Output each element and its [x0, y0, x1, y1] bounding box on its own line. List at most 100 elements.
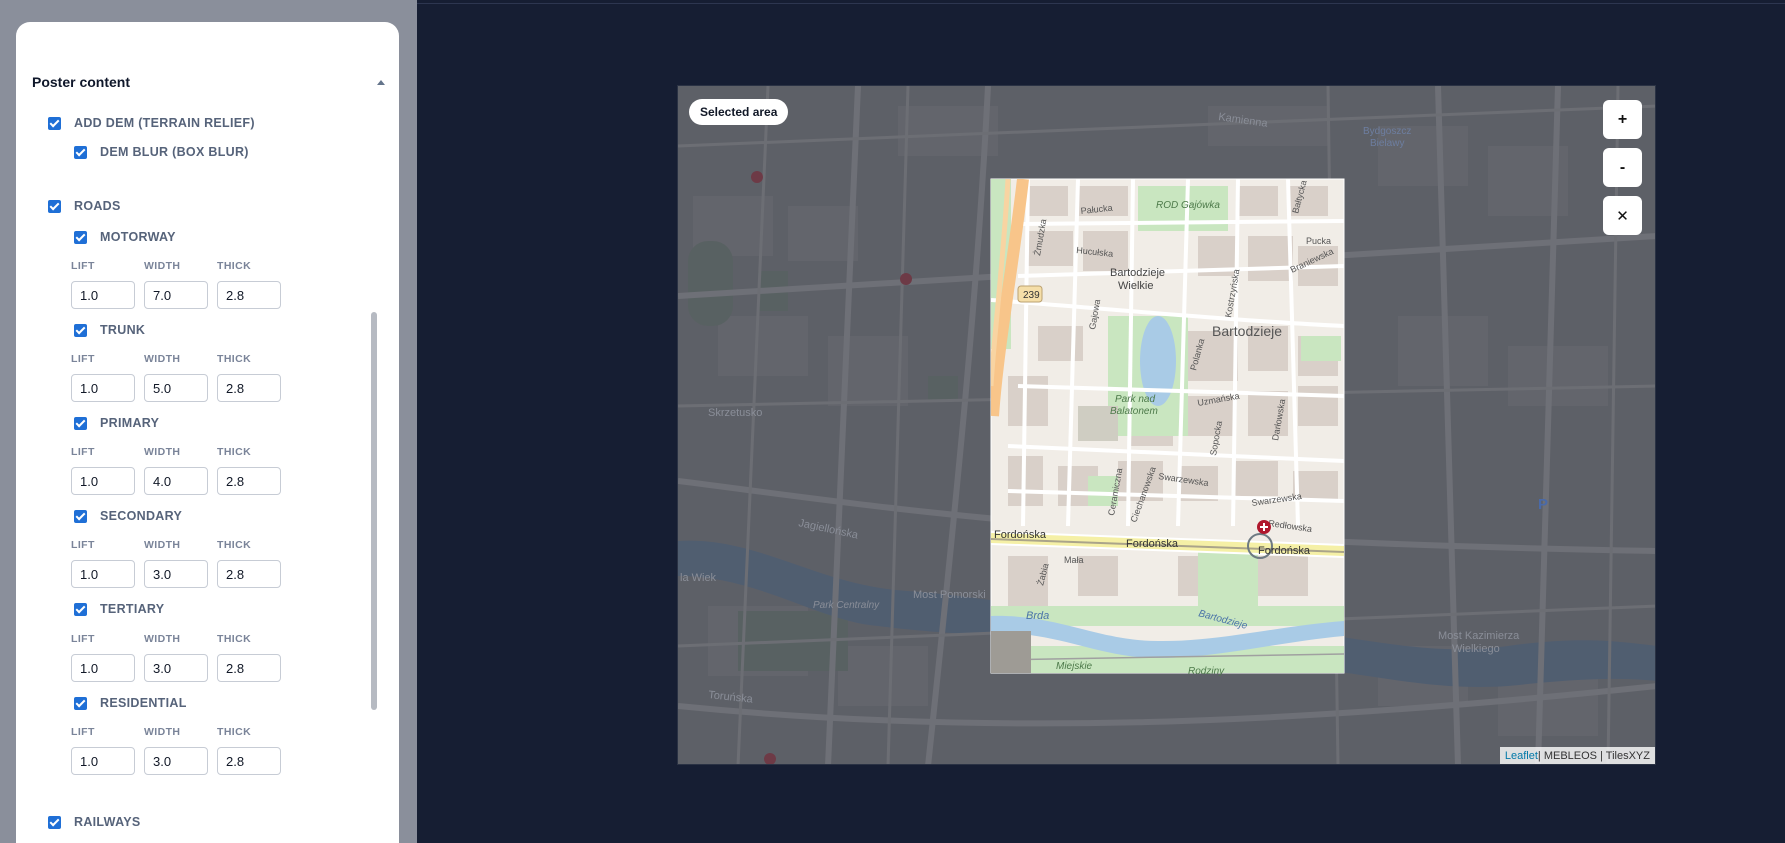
residential-checkbox[interactable] — [74, 696, 87, 710]
zoom-out-button[interactable]: - — [1603, 148, 1642, 187]
width-label: WIDTH — [144, 446, 181, 458]
trunk-thick-input[interactable] — [217, 374, 281, 402]
trunk-field-labels: LIFT WIDTH THICK — [71, 353, 290, 365]
chevron-up-icon[interactable] — [377, 79, 385, 85]
residential-thick-input[interactable] — [217, 747, 281, 775]
primary-field-labels: LIFT WIDTH THICK — [71, 446, 290, 458]
primary-width-input[interactable] — [144, 467, 208, 495]
map-label-skrzetusko: Skrzetusko — [708, 407, 762, 419]
dem-blur-checkbox[interactable] — [74, 145, 87, 159]
road-residential-row[interactable]: RESIDENTIAL — [74, 696, 187, 710]
map-label-bartodzieje-wielkie-2: Wielkie — [1118, 280, 1153, 292]
road-secondary-row[interactable]: SECONDARY — [74, 509, 182, 523]
thick-label: THICK — [217, 446, 252, 458]
primary-checkbox[interactable] — [74, 416, 87, 430]
map-view[interactable]: Skrzetusko Jagiellońska la Wiek Most Pom… — [677, 85, 1656, 765]
motorway-width-input[interactable] — [144, 281, 208, 309]
map-label-park-centralny: Park Centralny — [813, 600, 880, 611]
road-primary-row[interactable]: PRIMARY — [74, 416, 159, 430]
lift-label: LIFT — [71, 539, 95, 551]
motorway-label: MOTORWAY — [100, 230, 176, 244]
lift-label: LIFT — [71, 353, 95, 365]
railways-checkbox[interactable] — [48, 815, 61, 829]
primary-thick-input[interactable] — [217, 467, 281, 495]
width-label: WIDTH — [144, 726, 181, 738]
thick-label: THICK — [217, 633, 252, 645]
panel-title: Poster content — [32, 74, 131, 90]
tertiary-lift-input[interactable] — [71, 654, 135, 682]
secondary-field-labels: LIFT WIDTH THICK — [71, 539, 290, 551]
map-label-pucka: Pucka — [1306, 236, 1331, 246]
attribution-text: | MEBLEOS | TilesXYZ — [1537, 749, 1650, 762]
trunk-fields — [71, 374, 290, 402]
thick-label: THICK — [217, 260, 252, 272]
motorway-fields — [71, 281, 290, 309]
motorway-lift-input[interactable] — [71, 281, 135, 309]
railways-checkbox-row[interactable]: RAILWAYS — [48, 815, 141, 829]
poster-content-header[interactable]: Poster content — [32, 71, 387, 93]
residential-width-input[interactable] — [144, 747, 208, 775]
tertiary-label: TERTIARY — [100, 602, 165, 616]
residential-lift-input[interactable] — [71, 747, 135, 775]
dem-blur-label: DEM BLUR (BOX BLUR) — [100, 145, 249, 159]
primary-lift-input[interactable] — [71, 467, 135, 495]
roads-label: ROADS — [74, 199, 121, 213]
leaflet-link[interactable]: Leaflet — [1505, 750, 1538, 762]
residential-fields — [71, 747, 290, 775]
map-canvas[interactable]: Skrzetusko Jagiellońska la Wiek Most Pom… — [678, 86, 1656, 765]
road-motorway-row[interactable]: MOTORWAY — [74, 230, 176, 244]
map-label-fordonska-2: Fordońska — [1126, 538, 1179, 550]
secondary-checkbox[interactable] — [74, 509, 87, 523]
lift-label: LIFT — [71, 633, 95, 645]
map-label-brda: Brda — [1026, 610, 1049, 622]
map-label-mala: Mała — [1064, 555, 1084, 565]
secondary-thick-input[interactable] — [217, 560, 281, 588]
residential-field-labels: LIFT WIDTH THICK — [71, 726, 290, 738]
lift-label: LIFT — [71, 726, 95, 738]
tertiary-thick-input[interactable] — [217, 654, 281, 682]
map-label-park-1: Park nad — [1115, 394, 1155, 405]
map-label-most-kazimierza-1: Most Kazimierza — [1438, 630, 1520, 642]
road-tertiary-row[interactable]: TERTIARY — [74, 602, 164, 616]
map-label-rod-gajowka: ROD Gajówka — [1156, 200, 1220, 211]
secondary-lift-input[interactable] — [71, 560, 135, 588]
tertiary-field-labels: LIFT WIDTH THICK — [71, 633, 290, 645]
lift-label: LIFT — [71, 446, 95, 458]
road-trunk-row[interactable]: TRUNK — [74, 323, 145, 337]
dem-checkbox-row[interactable]: ADD DEM (TERRAIN RELIEF) — [48, 116, 255, 130]
dem-checkbox[interactable] — [48, 116, 61, 130]
primary-label: PRIMARY — [100, 416, 160, 430]
map-label-most-kazimierza-2: Wielkiego — [1452, 643, 1500, 655]
tertiary-checkbox[interactable] — [74, 602, 87, 616]
zoom-in-button[interactable]: + — [1603, 100, 1642, 139]
map-label-bydgoszcz-1: Bydgoszcz — [1363, 126, 1411, 137]
map-attribution: Leaflet | MEBLEOS | TilesXYZ — [1499, 747, 1655, 764]
width-label: WIDTH — [144, 633, 181, 645]
thick-label: THICK — [217, 353, 252, 365]
secondary-width-input[interactable] — [144, 560, 208, 588]
map-label-bartodzieje-wielkie-1: Bartodzieje — [1110, 267, 1165, 279]
trunk-lift-input[interactable] — [71, 374, 135, 402]
trunk-width-input[interactable] — [144, 374, 208, 402]
map-label-park-2: Balatonem — [1110, 406, 1158, 417]
panel-scrollbar[interactable] — [371, 312, 377, 712]
roads-checkbox-row[interactable]: ROADS — [48, 199, 121, 213]
close-button[interactable]: ✕ — [1603, 196, 1642, 235]
map-label-parking: P — [1538, 496, 1548, 513]
map-label-bydgoszcz-2: Bielawy — [1370, 138, 1404, 149]
roads-checkbox[interactable] — [48, 199, 61, 213]
width-label: WIDTH — [144, 353, 181, 365]
map-label-la-wiek: la Wiek — [680, 572, 717, 584]
dem-blur-checkbox-row[interactable]: DEM BLUR (BOX BLUR) — [74, 145, 249, 159]
motorway-thick-input[interactable] — [217, 281, 281, 309]
settings-panel: Poster content ADD DEM (TERRAIN RELIEF) … — [16, 22, 399, 843]
tertiary-width-input[interactable] — [144, 654, 208, 682]
selected-area-badge: Selected area — [689, 99, 789, 125]
motorway-checkbox[interactable] — [74, 230, 87, 244]
secondary-fields — [71, 560, 290, 588]
map-label-rodziny: Rodziny — [1188, 666, 1225, 677]
secondary-label: SECONDARY — [100, 509, 183, 523]
panel-scrollbar-thumb[interactable] — [371, 312, 377, 710]
trunk-checkbox[interactable] — [74, 323, 87, 337]
selected-area-frame[interactable]: Bartodzieje Bartodzieje Wielkie ROD Gajó… — [990, 178, 1345, 677]
